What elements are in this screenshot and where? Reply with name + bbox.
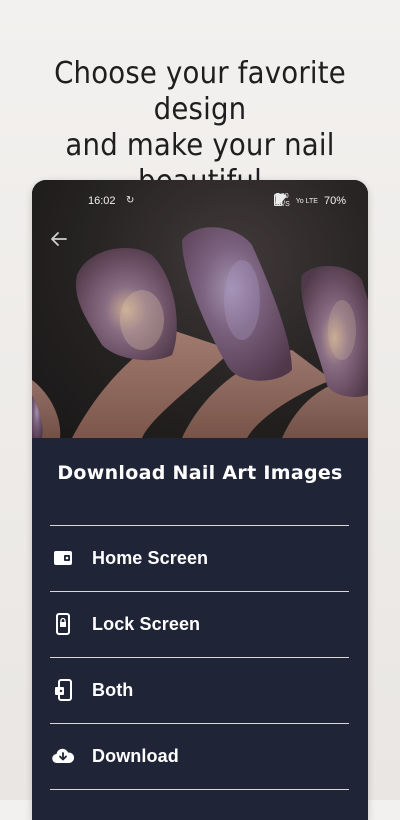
option-label: Home Screen [92,547,209,568]
battery-level: 70% [323,195,346,207]
download-options-panel: Download Nail Art Images Home Screen Loc… [32,438,368,820]
nail-art-preview-image: 16:02 ↻ 0.80 KB/S Yo LTE 70% [32,180,368,438]
home-screen-icon [52,547,74,569]
arrow-left-icon [51,232,67,246]
promo-line-1: Choose your favorite design [54,56,346,127]
cloud-download-icon [52,745,74,767]
option-label: Lock Screen [92,613,201,634]
option-download[interactable]: Download [50,724,349,788]
option-both[interactable]: Both [50,658,349,722]
option-home-screen[interactable]: Home Screen [50,526,349,590]
status-right: 0.80 KB/S Yo LTE 70% [273,193,346,209]
panel-title: Download Nail Art Images [57,462,343,484]
status-time: 16:02 [88,195,116,207]
back-button[interactable] [48,228,70,250]
divider [50,789,349,790]
option-label: Download [92,745,179,766]
both-screens-icon [52,679,74,701]
lock-screen-icon [52,613,74,635]
status-bar: 16:02 ↻ 0.80 KB/S Yo LTE 70% [32,180,368,224]
option-label: Both [92,679,134,700]
battery-icon [273,193,282,206]
phone-frame: 16:02 ↻ 0.80 KB/S Yo LTE 70% [32,180,368,820]
option-lock-screen[interactable]: Lock Screen [50,592,349,656]
promo-headline: Choose your favorite design and make you… [16,56,384,200]
sync-icon: ↻ [126,195,135,206]
network-label: Yo LTE [295,197,318,205]
